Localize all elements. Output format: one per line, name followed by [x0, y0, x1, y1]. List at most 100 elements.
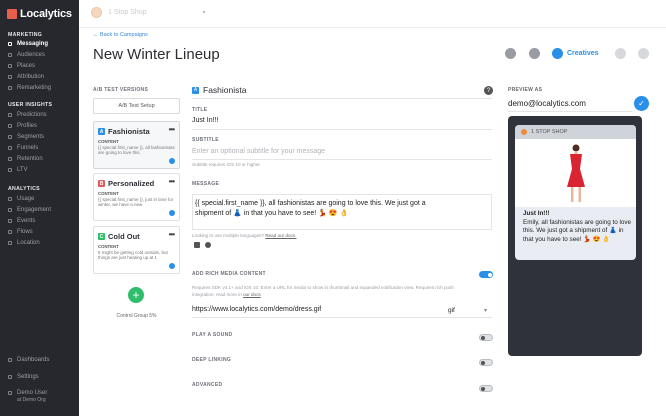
- flows-icon: [8, 230, 12, 234]
- rich-docs-link[interactable]: our docs: [243, 292, 261, 297]
- sidebar-item-messaging[interactable]: Messaging: [0, 39, 79, 49]
- check-icon[interactable]: ✓: [634, 96, 649, 111]
- logo[interactable]: Localytics: [0, 0, 79, 28]
- notification-app-name: 1 STOP SHOP: [531, 129, 568, 135]
- app-selector[interactable]: 1 Stop Shop ▾: [91, 7, 206, 18]
- title-label: TITLE: [192, 107, 208, 113]
- gear-icon[interactable]: [505, 48, 516, 59]
- sidebar-item-engagement[interactable]: Engagement: [0, 205, 79, 215]
- preview-email-input[interactable]: demo@localytics.com: [508, 99, 586, 108]
- chevron-down-icon[interactable]: ▾: [484, 307, 487, 314]
- version-name-field[interactable]: A Fashionista: [192, 85, 246, 95]
- pie-icon: [169, 158, 175, 164]
- remarketing-icon: [8, 86, 12, 90]
- more-options-icon[interactable]: •••: [169, 230, 175, 239]
- play-sound-toggle[interactable]: [479, 334, 493, 341]
- section-marketing: MARKETING: [8, 32, 43, 38]
- back-to-campaigns-link[interactable]: ← Back to Campaigns: [93, 32, 148, 38]
- message-textarea[interactable]: {{ special.first_name }}, all fashionist…: [192, 194, 492, 230]
- app-icon: [91, 7, 102, 18]
- title-input[interactable]: Just In!!!: [192, 117, 218, 124]
- content-label: CONTENT: [98, 244, 119, 249]
- sidebar-item-dashboards[interactable]: Dashboards: [0, 355, 79, 365]
- engagement-icon: [8, 208, 12, 212]
- places-icon: [8, 64, 12, 68]
- media-url-input[interactable]: https://www.localytics.com/demo/dress.gi…: [192, 306, 321, 313]
- version-content: It might be getting cold outside, but th…: [98, 250, 168, 261]
- sidebar-item-flows[interactable]: Flows: [0, 227, 79, 237]
- version-card-a[interactable]: A Fashionista ••• CONTENT {{ special.firs…: [93, 121, 180, 169]
- version-content: {{ special.first_name }}, all fashionist…: [98, 145, 175, 156]
- add-version-button[interactable]: +: [128, 287, 144, 303]
- media-type-select[interactable]: gif: [448, 307, 455, 314]
- sidebar-item-places[interactable]: Places: [0, 61, 79, 71]
- sidebar-item-settings[interactable]: Settings: [0, 372, 79, 382]
- emoji-icon[interactable]: [194, 242, 200, 248]
- control-group-label: Control Group 5%: [116, 313, 157, 319]
- creatives-tab[interactable]: Creatives: [552, 48, 599, 59]
- play-sound-label: PLAY A SOUND: [192, 332, 233, 338]
- sidebar-item-audiences[interactable]: Audiences: [0, 50, 79, 60]
- sidebar-item-funnels[interactable]: Funnels: [0, 143, 79, 153]
- more-options-icon[interactable]: •••: [169, 177, 175, 186]
- user-org: at Demo Org: [17, 397, 46, 403]
- section-user-insights: USER INSIGHTS: [8, 102, 53, 108]
- predictions-icon: [8, 113, 12, 117]
- subtitle-input[interactable]: Enter an optional subtitle for your mess…: [192, 148, 325, 155]
- more-options-icon[interactable]: •••: [169, 125, 175, 134]
- sidebar-item-profiles[interactable]: Profiles: [0, 121, 79, 131]
- preview-as-label: PREVIEW AS: [508, 87, 543, 93]
- sidebar-item-usage[interactable]: Usage: [0, 194, 79, 204]
- app-name: 1 Stop Shop: [108, 9, 147, 16]
- read-docs-link[interactable]: Read our docs.: [265, 233, 296, 238]
- pie-icon: [169, 210, 175, 216]
- funnels-icon: [8, 146, 12, 150]
- divider: [192, 129, 492, 130]
- deep-linking-label: DEEP LINKING: [192, 357, 232, 363]
- location-icon: [8, 241, 12, 245]
- ltv-icon: [8, 168, 12, 172]
- content-label: CONTENT: [98, 191, 119, 196]
- events-icon: [8, 219, 12, 223]
- advanced-toggle[interactable]: [479, 385, 493, 392]
- audiences-icon: [8, 53, 12, 57]
- sidebar-item-remarketing[interactable]: Remarketing: [0, 83, 79, 93]
- version-card-c[interactable]: C Cold Out ••• CONTENT It might be gettin…: [93, 226, 180, 274]
- user-menu[interactable]: Demo User at Demo Org: [0, 390, 79, 406]
- badge-b: B: [98, 180, 105, 187]
- localytics-logo-icon: [7, 9, 17, 19]
- rich-media-toggle[interactable]: [479, 271, 493, 278]
- sidebar-item-events[interactable]: Events: [0, 216, 79, 226]
- ab-test-setup-button[interactable]: A/B Test Setup: [93, 98, 180, 114]
- content-label: CONTENT: [98, 139, 119, 144]
- badge-a: A: [98, 128, 105, 135]
- divider: [192, 98, 492, 99]
- sidebar-item-segments[interactable]: Segments: [0, 132, 79, 142]
- user-name: Demo User: [17, 390, 48, 396]
- sidebar-item-attribution[interactable]: Attribution: [0, 72, 79, 82]
- subtitle-hint: Subtitle requires iOS 10 or higher.: [192, 162, 261, 167]
- help-icon[interactable]: [205, 242, 211, 248]
- user-icon: [8, 391, 12, 395]
- divider: [192, 317, 492, 318]
- version-content: {{ special.first_name }}, just in time f…: [98, 197, 174, 208]
- dashboards-icon: [8, 358, 12, 362]
- help-icon[interactable]: ?: [484, 86, 493, 95]
- section-analytics: ANALYTICS: [8, 186, 40, 192]
- subtitle-label: SUBTITLE: [192, 137, 219, 143]
- sidebar-item-ltv[interactable]: LTV: [0, 165, 79, 175]
- sidebar-item-retention[interactable]: Retention: [0, 154, 79, 164]
- target-icon[interactable]: [615, 48, 626, 59]
- notification-preview: 1 STOP SHOP Just In!!! Emily, all fashion…: [515, 125, 636, 260]
- thumbs-up-icon[interactable]: [638, 48, 649, 59]
- sidebar: Localytics MARKETING Messaging Audiences…: [0, 0, 79, 416]
- badge-c: C: [98, 233, 105, 240]
- deep-linking-toggle[interactable]: [479, 359, 493, 366]
- creatives-icon: [552, 48, 563, 59]
- user-icon[interactable]: [529, 48, 540, 59]
- rich-media-label: ADD RICH MEDIA CONTENT: [192, 271, 266, 277]
- sidebar-item-location[interactable]: Location: [0, 238, 79, 248]
- settings-icon: [8, 375, 12, 379]
- version-card-b[interactable]: B Personalized ••• CONTENT {{ special.fir…: [93, 173, 180, 221]
- sidebar-item-predictions[interactable]: Predictions: [0, 110, 79, 120]
